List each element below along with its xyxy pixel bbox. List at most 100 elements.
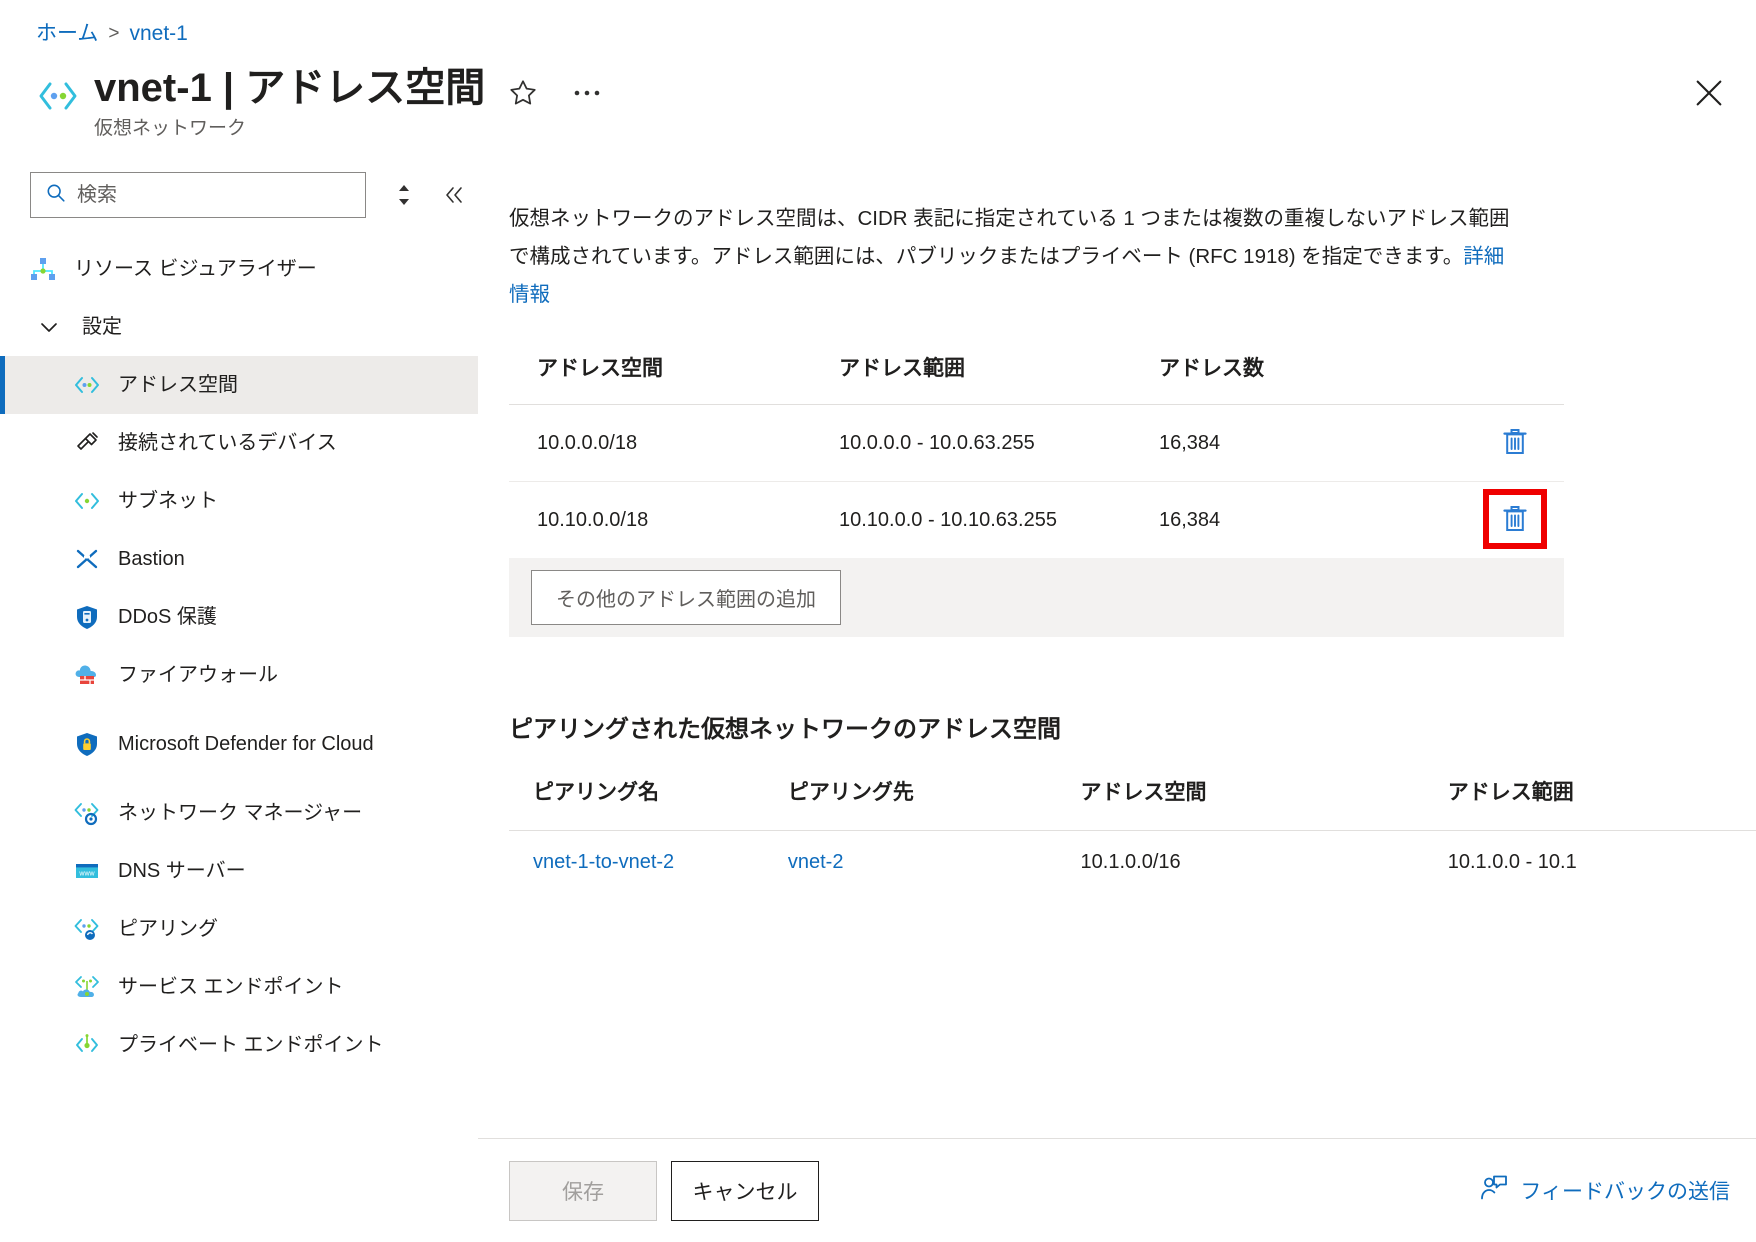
ellipsis-icon[interactable]: [569, 75, 605, 111]
cell-address-space: 10.0.0.0/18: [509, 405, 839, 482]
column-header-peering-name: ピアリング名: [509, 776, 788, 831]
column-header-actions: [1449, 352, 1564, 405]
column-header-address-count: アドレス数: [1159, 352, 1449, 405]
resource-visualizer-icon: [28, 254, 58, 284]
sidebar-item-dns-server[interactable]: www DNS サーバー: [0, 842, 478, 900]
main-content: 仮想ネットワークのアドレス空間は、CIDR 表記に指定されている 1 つまたは複…: [478, 160, 1756, 1242]
connected-devices-icon: [72, 428, 102, 458]
sidebar-item-ddos-protection[interactable]: DDoS 保護: [0, 588, 478, 646]
table-row: vnet-1-to-vnet-2 vnet-2 10.1.0.0/16 10.1…: [509, 831, 1756, 895]
cell-peering-address-space: 10.1.0.0/16: [1081, 831, 1448, 895]
search-icon: [45, 182, 67, 209]
peering-header-row: ピアリング名 ピアリング先 アドレス空間 アドレス範囲: [509, 776, 1756, 831]
azure-portal-blade: ホーム > vnet-1 vnet-1 | アドレス空間 仮想ネットワーク: [0, 0, 1756, 1242]
cell-address-count: 16,384: [1159, 482, 1449, 559]
sidebar-item-label: プライベート エンドポイント: [118, 1031, 384, 1059]
sidebar-item-defender-for-cloud[interactable]: Microsoft Defender for Cloud: [0, 704, 478, 784]
subnet-icon: [72, 486, 102, 516]
page-subtitle: 仮想ネットワーク: [94, 116, 485, 142]
sidebar-nav-list: リソース ビジュアライザー 設定: [0, 240, 478, 1074]
add-range-bar: その他のアドレス範囲の追加: [509, 558, 1564, 637]
cell-actions: [1449, 405, 1564, 482]
breadcrumb-home[interactable]: ホーム: [36, 20, 98, 48]
bastion-icon: [72, 544, 102, 574]
cell-address-range: 10.10.0.0 - 10.10.63.255: [839, 482, 1159, 559]
trash-icon[interactable]: [1494, 423, 1536, 461]
sidebar-search-row: [0, 160, 478, 218]
breadcrumb-separator-icon: >: [108, 20, 119, 48]
cell-peering-address-range: 10.1.0.0 - 10.1: [1448, 831, 1756, 895]
column-header-peering-address-space: アドレス空間: [1081, 776, 1448, 831]
column-header-address-range: アドレス範囲: [839, 352, 1159, 405]
sidebar-item-bastion[interactable]: Bastion: [0, 530, 478, 588]
sidebar-item-label: Microsoft Defender for Cloud: [118, 728, 374, 760]
search-input[interactable]: [77, 184, 337, 207]
column-header-address-space: アドレス空間: [509, 352, 839, 405]
sidebar-item-label: DDoS 保護: [118, 603, 217, 631]
cancel-button[interactable]: キャンセル: [671, 1161, 819, 1221]
column-header-peering-target: ピアリング先: [788, 776, 1081, 831]
send-feedback-button[interactable]: フィードバックの送信: [1478, 1173, 1730, 1208]
feedback-label: フィードバックの送信: [1520, 1176, 1730, 1206]
save-button[interactable]: 保存: [509, 1161, 657, 1221]
cell-actions: [1449, 482, 1564, 559]
private-endpoint-icon: [72, 1030, 102, 1060]
title-actions: [505, 75, 605, 111]
peering-icon: [72, 914, 102, 944]
breadcrumb-resource[interactable]: vnet-1: [129, 20, 187, 48]
sidebar-item-label: 接続されているデバイス: [118, 429, 337, 457]
trash-icon-highlighted[interactable]: [1494, 500, 1536, 538]
cell-address-range: 10.0.0.0 - 10.0.63.255: [839, 405, 1159, 482]
sidebar-item-connected-devices[interactable]: 接続されているデバイス: [0, 414, 478, 472]
sidebar-group-settings[interactable]: 設定: [0, 298, 478, 356]
address-space-icon: [72, 370, 102, 400]
chevron-double-left-icon[interactable]: [432, 173, 476, 217]
firewall-icon: [72, 660, 102, 690]
star-icon[interactable]: [505, 75, 541, 111]
close-icon[interactable]: [1688, 72, 1730, 114]
ddos-protection-icon: [72, 602, 102, 632]
dns-server-icon: www: [72, 856, 102, 886]
peering-table-wrap: ピアリング名 ピアリング先 アドレス空間 アドレス範囲 vnet-1-to-vn…: [509, 776, 1756, 894]
svg-text:www: www: [78, 870, 95, 877]
peering-table: ピアリング名 ピアリング先 アドレス空間 アドレス範囲 vnet-1-to-vn…: [509, 776, 1756, 894]
sidebar: リソース ビジュアライザー 設定: [0, 160, 478, 1242]
sidebar-item-peering[interactable]: ピアリング: [0, 900, 478, 958]
sidebar-item-firewall[interactable]: ファイアウォール: [0, 646, 478, 704]
address-space-table: アドレス空間 アドレス範囲 アドレス数 10.0.0.0/18 10.0.0.0…: [509, 352, 1564, 558]
feedback-person-icon: [1478, 1173, 1508, 1208]
sidebar-item-resource-visualizer[interactable]: リソース ビジュアライザー: [0, 240, 478, 298]
description-text: 仮想ネットワークのアドレス空間は、CIDR 表記に指定されている 1 つまたは複…: [509, 200, 1514, 314]
cell-address-count: 16,384: [1159, 405, 1449, 482]
sort-icon[interactable]: [382, 173, 426, 217]
sidebar-item-label: リソース ビジュアライザー: [74, 255, 317, 283]
sidebar-item-service-endpoints[interactable]: サービス エンドポイント: [0, 958, 478, 1016]
sidebar-item-network-manager[interactable]: ネットワーク マネージャー: [0, 784, 478, 842]
cell-peering-target: vnet-2: [788, 831, 1081, 895]
defender-for-cloud-icon: [72, 729, 102, 759]
sidebar-item-private-endpoints[interactable]: プライベート エンドポイント: [0, 1016, 478, 1074]
sidebar-item-subnet[interactable]: サブネット: [0, 472, 478, 530]
search-box[interactable]: [30, 172, 366, 218]
sidebar-item-label: アドレス空間: [118, 371, 238, 399]
cell-peering-name: vnet-1-to-vnet-2: [509, 831, 788, 895]
table-row: 10.10.0.0/18 10.10.0.0 - 10.10.63.255 16…: [509, 482, 1564, 559]
sidebar-item-label: DNS サーバー: [118, 857, 246, 885]
peering-target-link[interactable]: vnet-2: [788, 851, 844, 873]
sidebar-item-label: Bastion: [118, 545, 185, 573]
chevron-down-icon: [34, 312, 64, 342]
add-address-range-button[interactable]: その他のアドレス範囲の追加: [531, 570, 841, 625]
service-endpoint-icon: [72, 972, 102, 1002]
page-title: vnet-1 | アドレス空間: [94, 62, 485, 114]
sidebar-item-label: ファイアウォール: [118, 661, 278, 689]
sidebar-item-label: サービス エンドポイント: [118, 973, 344, 1001]
page-title-row: vnet-1 | アドレス空間 仮想ネットワーク: [36, 62, 485, 142]
column-header-peering-address-range: アドレス範囲: [1448, 776, 1756, 831]
breadcrumb: ホーム > vnet-1: [36, 20, 188, 48]
cell-address-space: 10.10.0.0/18: [509, 482, 839, 559]
network-manager-icon: [72, 798, 102, 828]
footer-bar: 保存 キャンセル フィードバックの送信: [478, 1139, 1756, 1242]
peering-name-link[interactable]: vnet-1-to-vnet-2: [533, 851, 674, 873]
sidebar-item-address-space[interactable]: アドレス空間: [0, 356, 478, 414]
peering-section-heading: ピアリングされた仮想ネットワークのアドレス空間: [509, 709, 1756, 744]
